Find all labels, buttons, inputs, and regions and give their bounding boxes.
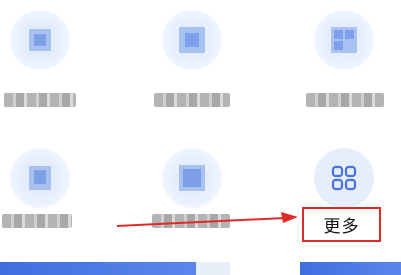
blurred-label [306,93,384,107]
more-icon-bubble[interactable] [314,148,374,208]
grid-four-squares-icon [331,165,357,191]
bottom-bar-mid [196,262,230,275]
blurred-label [4,93,76,107]
blurred-label [154,93,230,107]
more-label[interactable]: 更多 [324,212,360,237]
bottom-bar-left [0,262,196,275]
app-icon [314,10,374,70]
annotation-arrow [116,212,298,227]
app-icon [162,10,222,70]
app-icon [10,148,70,208]
app-icon [162,148,222,208]
bottom-bar-right [300,262,401,275]
blurred-label [2,214,72,228]
app-icon [10,10,70,70]
highlight-box: 更多 [302,207,381,242]
